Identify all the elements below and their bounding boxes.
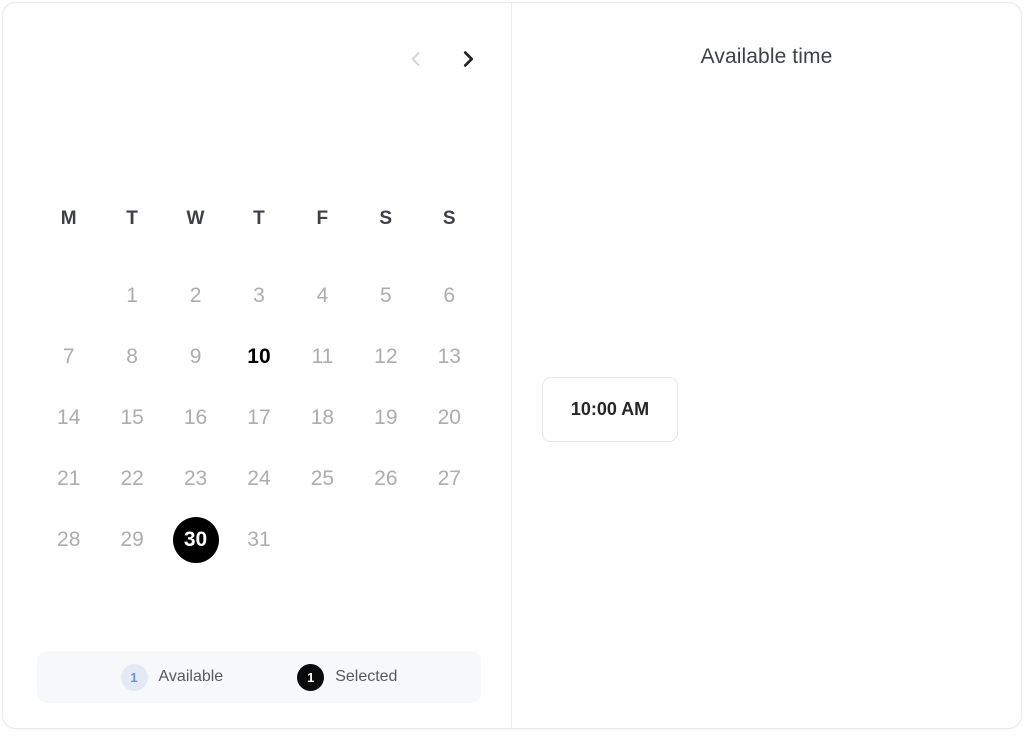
time-panel: Available time 10:00 AM: [512, 3, 1021, 728]
calendar-day-cell: 10: [227, 326, 290, 387]
calendar-day-cell: 9: [164, 326, 227, 387]
chevron-left-icon: [406, 49, 426, 69]
calendar-day-cell: 27: [418, 448, 481, 509]
calendar-day-cell: 26: [354, 448, 417, 509]
calendar-header: [35, 37, 483, 81]
weekday-label-2: W: [186, 208, 205, 229]
calendar-day-cell: 13: [418, 326, 481, 387]
calendar-day-21[interactable]: 21: [46, 456, 92, 502]
next-month-button[interactable]: [453, 44, 483, 74]
time-panel-header: Available time: [512, 45, 1021, 78]
legend-item-available: 1 Available: [120, 663, 224, 691]
calendar-day-cell: 28: [37, 509, 100, 570]
calendar-day-cell: 3: [227, 265, 290, 326]
legend-label-selected: Selected: [335, 668, 398, 685]
calendar-day-18[interactable]: 18: [299, 395, 345, 441]
calendar-day-24[interactable]: 24: [236, 456, 282, 502]
calendar-day-17[interactable]: 17: [236, 395, 282, 441]
calendar-day-14[interactable]: 14: [46, 395, 92, 441]
calendar-blank-cell: [37, 265, 100, 326]
calendar-day-31[interactable]: 31: [236, 517, 282, 563]
weekday-label-0: M: [60, 208, 77, 229]
weekday-label-3: T: [253, 208, 265, 229]
weekday-label-6: S: [442, 208, 456, 229]
calendar-day-27[interactable]: 27: [426, 456, 472, 502]
calendar-day-cell: 4: [291, 265, 354, 326]
calendar-day-12[interactable]: 12: [363, 334, 409, 380]
weekday-label-5: S: [379, 208, 393, 229]
calendar-day-cell: 23: [164, 448, 227, 509]
calendar-day-cell: 2: [164, 265, 227, 326]
weekday-header-row: MTWTFSS: [37, 208, 481, 230]
calendar-day-7[interactable]: 7: [46, 334, 92, 380]
calendar-day-cell: 25: [291, 448, 354, 509]
calendar-day-2[interactable]: 2: [173, 273, 219, 319]
calendar-day-23[interactable]: 23: [173, 456, 219, 502]
weekday-label-4: F: [316, 208, 329, 229]
calendar-day-6[interactable]: 6: [426, 273, 472, 319]
calendar-day-cell: 31: [227, 509, 290, 570]
time-slot-button[interactable]: 10:00 AM: [542, 377, 678, 442]
legend-count-badge-available: 1: [120, 663, 148, 691]
calendar-day-cell: 1: [100, 265, 163, 326]
calendar-day-19[interactable]: 19: [363, 395, 409, 441]
calendar-day-cell: 15: [100, 387, 163, 448]
booking-card: MTWTFSS 1 2 3 4 5 6 7 8 9 10 11 12 13 14 15 16 17 18 19 20 2…: [2, 2, 1022, 729]
calendar-day-28[interactable]: 28: [46, 517, 92, 563]
calendar-day-cell: 6: [418, 265, 481, 326]
calendar-day-cell: 24: [227, 448, 290, 509]
calendar-day-cell: 12: [354, 326, 417, 387]
weekday-label-1: T: [126, 208, 139, 229]
time-slot-list: 10:00 AM: [542, 377, 991, 442]
calendar-day-cell: 21: [37, 448, 100, 509]
legend-count-badge-selected: 1: [297, 663, 325, 691]
legend-item-selected: 1 Selected: [297, 663, 398, 691]
calendar-day-cell: 22: [100, 448, 163, 509]
calendar-day-25[interactable]: 25: [299, 456, 345, 502]
calendar-legend: 1 Available 1 Selected: [37, 651, 481, 703]
calendar-day-13[interactable]: 13: [426, 334, 472, 380]
calendar-day-cell: 18: [291, 387, 354, 448]
calendar-day-9[interactable]: 9: [173, 334, 219, 380]
calendar-day-cell: 5: [354, 265, 417, 326]
calendar-day-cell: 8: [100, 326, 163, 387]
calendar-day-8[interactable]: 8: [109, 334, 155, 380]
legend-label-available: Available: [158, 668, 224, 685]
calendar-day-1[interactable]: 1: [109, 273, 155, 319]
calendar-day-cell: 16: [164, 387, 227, 448]
calendar-days-grid: 1 2 3 4 5 6 7 8 9 10 11 12 13 14 15 16 17 18 19 20 21 22 23 24 2…: [37, 265, 481, 570]
chevron-right-icon: [457, 48, 479, 70]
calendar-day-22[interactable]: 22: [109, 456, 155, 502]
calendar-day-20[interactable]: 20: [426, 395, 472, 441]
prev-month-button[interactable]: [401, 44, 431, 74]
calendar-day-cell: 29: [100, 509, 163, 570]
calendar-day-cell: 20: [418, 387, 481, 448]
calendar-day-cell: 11: [291, 326, 354, 387]
calendar-day-3[interactable]: 3: [236, 273, 282, 319]
available-time-title: Available time: [700, 45, 833, 68]
calendar-day-4[interactable]: 4: [299, 273, 345, 319]
calendar-day-cell: 14: [37, 387, 100, 448]
month-navigation: [401, 44, 483, 74]
calendar-day-cell: 7: [37, 326, 100, 387]
calendar-day-11[interactable]: 11: [299, 334, 345, 380]
calendar-day-cell: 19: [354, 387, 417, 448]
calendar-panel: MTWTFSS 1 2 3 4 5 6 7 8 9 10 11 12 13 14 15 16 17 18 19 20 2…: [3, 3, 512, 728]
calendar-day-5[interactable]: 5: [363, 273, 409, 319]
calendar-day-cell: 17: [227, 387, 290, 448]
calendar-day-26[interactable]: 26: [363, 456, 409, 502]
calendar-day-15[interactable]: 15: [109, 395, 155, 441]
calendar-day-cell: 30: [164, 509, 227, 570]
calendar-day-16[interactable]: 16: [173, 395, 219, 441]
calendar-day-30[interactable]: 30: [172, 516, 219, 563]
calendar-day-10[interactable]: 10: [236, 334, 282, 380]
calendar-day-29[interactable]: 29: [109, 517, 155, 563]
